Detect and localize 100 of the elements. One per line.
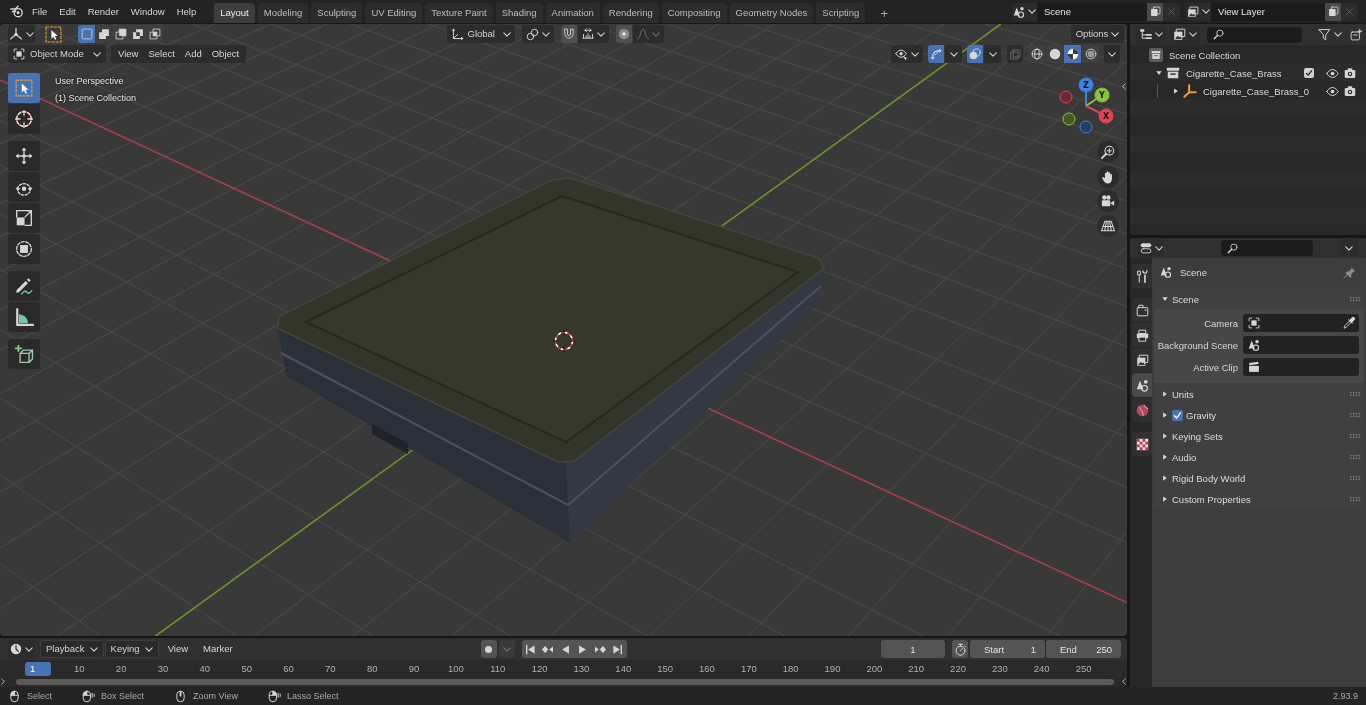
workspace-tab[interactable]: Shading (495, 3, 543, 23)
workspace-tab[interactable]: UV Editing (365, 3, 423, 23)
menu-item[interactable]: View (113, 45, 144, 63)
selection-mode-button[interactable] (112, 25, 129, 43)
shading-mode-button[interactable] (1064, 45, 1081, 63)
properties-tab[interactable] (1132, 348, 1152, 372)
tool-button[interactable] (8, 203, 40, 233)
grip-icon[interactable] (1350, 392, 1360, 396)
editor-type-button[interactable] (8, 25, 35, 43)
tool-button[interactable] (8, 339, 40, 369)
checkbox[interactable] (1304, 68, 1314, 78)
workspace-tab[interactable]: Animation (545, 3, 600, 23)
duplicate-button[interactable] (1325, 2, 1341, 21)
outliner-item[interactable]: Cigarette_Case_Brass (1186, 67, 1282, 79)
properties-tab[interactable] (1132, 264, 1152, 288)
snap-target-dropdown[interactable] (577, 25, 609, 43)
workspace-tab[interactable]: Compositing (661, 3, 727, 23)
editor-type-button[interactable] (1138, 239, 1164, 257)
disclosure-triangle-icon[interactable] (1162, 454, 1168, 460)
add-workspace-button[interactable]: + (875, 3, 894, 23)
dropdown-menu[interactable]: Keying (104, 640, 159, 658)
disclosure-triangle-icon[interactable] (1162, 433, 1168, 439)
zoom-icon[interactable] (1097, 141, 1119, 163)
axis-handle[interactable] (1062, 112, 1076, 126)
workspace-tab[interactable]: Geometry Nodes (729, 3, 814, 23)
menu-item[interactable]: Marker (197, 640, 239, 658)
shading-dropdown[interactable] (1104, 45, 1120, 63)
scene-field[interactable] (1243, 336, 1359, 354)
current-frame-field[interactable]: 1 (881, 640, 945, 658)
scrollbar[interactable] (16, 678, 1114, 685)
eyedropper-icon[interactable] (1343, 317, 1355, 329)
grip-icon[interactable] (1350, 476, 1360, 480)
shading-mode-button[interactable] (1028, 45, 1045, 63)
options-dropdown[interactable] (1340, 239, 1358, 257)
preview-range-toggle[interactable] (952, 640, 968, 658)
camera-icon[interactable] (1097, 190, 1119, 213)
overlay-toggle[interactable] (967, 45, 983, 63)
checkbox[interactable] (1172, 409, 1183, 421)
menu-item[interactable]: Add (179, 45, 207, 63)
workspace-tab[interactable]: Sculpting (311, 3, 363, 23)
menu-item[interactable]: Help (170, 2, 203, 21)
workspace-tab[interactable]: Modeling (257, 3, 309, 23)
tool-button[interactable] (8, 104, 40, 134)
options-dropdown[interactable]: Options (1071, 25, 1124, 43)
disclosure-triangle-icon[interactable] (1162, 496, 1168, 502)
workspace-tab[interactable]: Rendering (602, 3, 659, 23)
menu-item[interactable]: Window (124, 2, 171, 21)
gizmo-toggle[interactable] (928, 45, 944, 63)
disclosure-triangle-icon[interactable] (1173, 88, 1179, 94)
selection-mode-button[interactable] (95, 25, 112, 43)
x-ray-toggle[interactable] (1007, 45, 1023, 63)
search-field[interactable] (1221, 240, 1313, 256)
workspace-tab[interactable]: Scripting (816, 3, 866, 23)
scene-name-field[interactable]: Scene (1037, 2, 1147, 21)
playback-button[interactable] (521, 640, 539, 658)
tool-button[interactable] (8, 172, 40, 202)
shading-mode-button[interactable] (1046, 45, 1063, 63)
view-layer-field[interactable]: View Layer (1211, 2, 1325, 21)
properties-tab[interactable] (1132, 398, 1152, 422)
hand-icon[interactable] (1097, 165, 1119, 188)
disclosure-triangle-icon[interactable] (1162, 475, 1168, 481)
pivot-dropdown[interactable] (521, 25, 554, 43)
eye-icon[interactable] (1326, 84, 1339, 98)
playback-button[interactable] (609, 640, 627, 658)
dropdown-menu[interactable]: Playback (40, 640, 104, 658)
auto-keying-toggle[interactable] (480, 640, 497, 658)
selection-mode-button[interactable] (129, 25, 146, 43)
object-field[interactable] (1243, 314, 1359, 332)
duplicate-button[interactable] (1147, 2, 1163, 21)
filter-type-dropdown[interactable] (1170, 25, 1200, 44)
overlay-dropdown[interactable] (984, 45, 1001, 63)
grip-icon[interactable] (1350, 497, 1360, 501)
new-collection-icon[interactable] (1350, 28, 1362, 41)
tool-button[interactable] (8, 302, 40, 332)
orientation-dropdown[interactable]: Global (446, 25, 515, 43)
start-frame-field[interactable]: Start 1 (970, 640, 1045, 658)
eye-icon[interactable] (1326, 66, 1339, 80)
selection-mode-button[interactable] (146, 25, 163, 43)
workspace-tab[interactable]: Texture Paint (425, 3, 493, 23)
chevron-left-icon[interactable] (1122, 678, 1126, 685)
grip-icon[interactable] (1350, 434, 1360, 438)
grip-icon[interactable] (1350, 455, 1360, 459)
pin-icon[interactable] (1343, 265, 1356, 279)
properties-tab[interactable] (1132, 432, 1152, 456)
menu-item[interactable]: Select (143, 45, 180, 63)
view-layer-browse-button[interactable] (1186, 2, 1211, 21)
search-field[interactable] (1207, 26, 1302, 43)
tool-button[interactable] (8, 141, 40, 171)
chevron-left-icon[interactable] (1121, 83, 1126, 90)
chevron-right-icon[interactable] (1, 678, 5, 685)
menu-item[interactable]: View (161, 640, 195, 658)
tool-button[interactable] (8, 271, 40, 301)
editor-type-button[interactable] (8, 640, 35, 658)
display-mode-dropdown[interactable] (1136, 25, 1166, 44)
grip-icon[interactable] (1350, 413, 1360, 417)
properties-tab[interactable] (1132, 298, 1152, 322)
properties-tab[interactable] (1132, 323, 1152, 347)
camera-icon[interactable] (1344, 85, 1356, 97)
properties-tab[interactable] (1132, 373, 1152, 397)
clip-field[interactable] (1243, 358, 1359, 376)
